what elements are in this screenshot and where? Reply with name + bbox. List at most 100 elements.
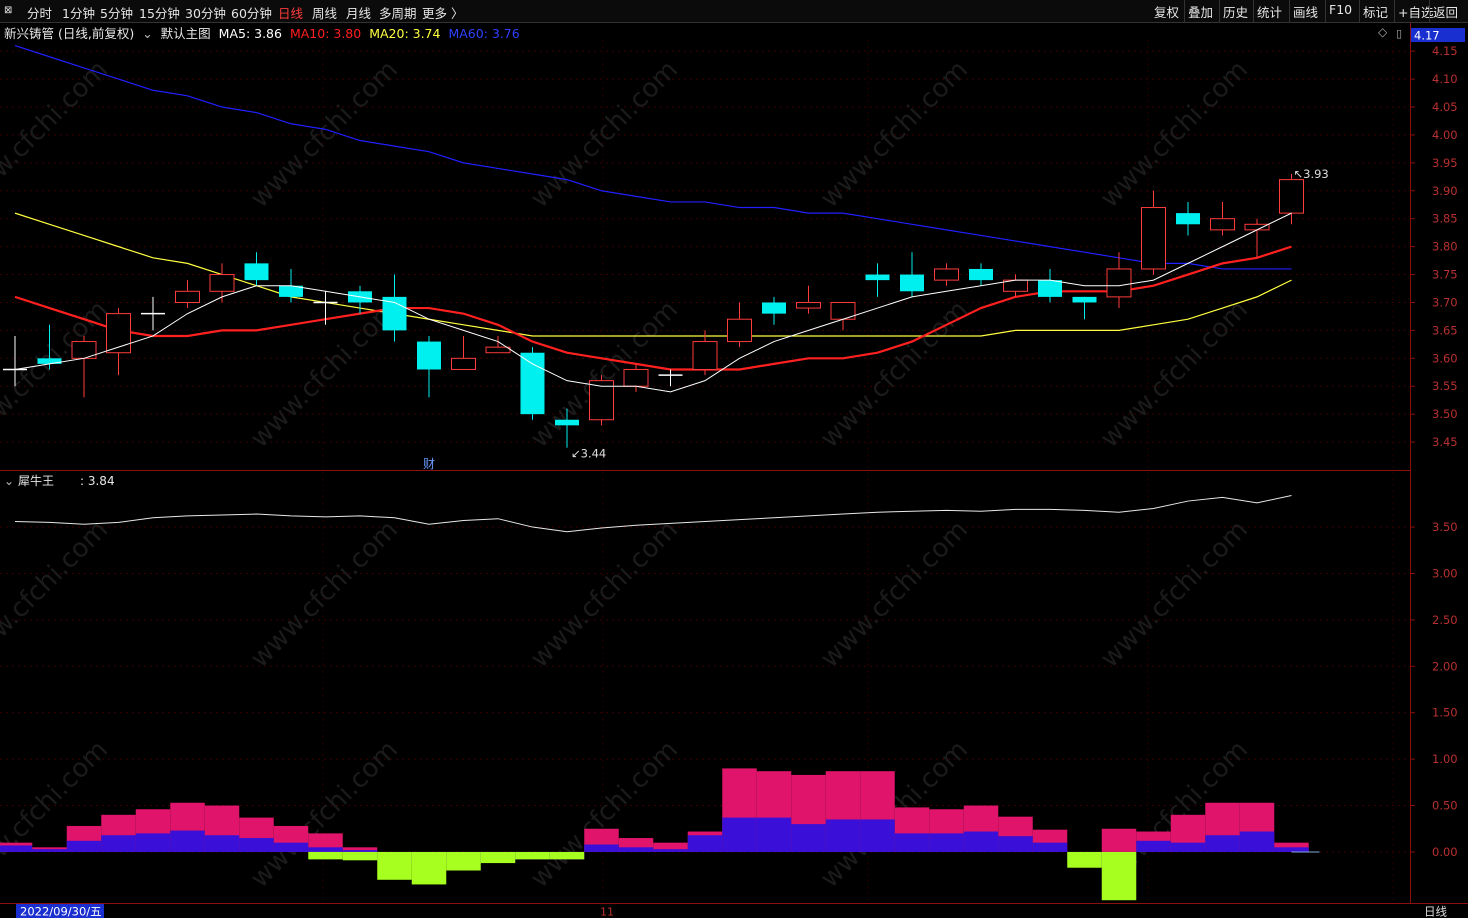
histogram-bar-green — [411, 851, 447, 885]
histogram-bar-blue — [722, 817, 757, 852]
kline-chart[interactable]: 4.17 ◇ ▯ 3.45 3.50 3.55 3.60 3.65 3.70 3.75 3.80 3.… — [0, 0, 1468, 918]
y-tick-label: 3.60 — [1432, 351, 1458, 365]
histogram-bar-green — [549, 851, 585, 860]
watermark-text: www.cfchi.com — [525, 55, 684, 214]
candle-body — [1038, 280, 1062, 297]
y-tick-label: 4.10 — [1432, 72, 1458, 86]
watermark-layer: www.cfchi.com www.cfchi.com www.cfchi.com w… — [0, 55, 1254, 894]
histogram-bar-green — [342, 851, 378, 861]
histogram-bar-blue — [929, 833, 964, 852]
candle-body — [37, 358, 62, 364]
watermark-text: www.cfchi.com — [0, 295, 114, 454]
watermark-text: www.cfchi.com — [0, 735, 114, 894]
date-label: 2022/09/30/五 — [20, 905, 102, 918]
histogram-bar-green — [1067, 851, 1102, 868]
y-tick-label: 3.65 — [1432, 323, 1458, 337]
histogram-bar-blue — [1032, 842, 1068, 852]
watermark-text: www.cfchi.com — [1095, 295, 1254, 454]
histogram-bar-blue — [1274, 847, 1309, 852]
period-label: 日线 — [1424, 905, 1447, 918]
y-tick-label: 3.50 — [1432, 520, 1458, 534]
price-box-text: 4.17 — [1414, 29, 1440, 43]
histogram-bar-blue — [273, 842, 309, 852]
histogram-bar-blue — [308, 847, 343, 852]
y-tick-label: 1.00 — [1432, 752, 1458, 766]
candle-body — [934, 268, 959, 281]
watermark-text: www.cfchi.com — [0, 515, 114, 674]
histogram-bar-blue — [204, 835, 240, 852]
histogram-bar-green — [515, 851, 550, 860]
footer-bg — [0, 904, 1468, 918]
y-tick-label: 3.90 — [1432, 184, 1458, 198]
y-tick-label: 3.55 — [1432, 379, 1458, 393]
histogram-bar-blue — [791, 824, 826, 852]
histogram-bar-blue — [0, 845, 33, 852]
histogram-bar-blue — [1239, 831, 1275, 852]
candle-body — [1244, 223, 1270, 231]
candle-body — [1072, 296, 1097, 303]
y-tick-label: 1.50 — [1432, 706, 1458, 720]
histogram-bar-blue — [1205, 835, 1240, 852]
watermark-text: www.cfchi.com — [245, 515, 404, 674]
candle-body — [1141, 207, 1166, 270]
candle-body — [175, 290, 200, 303]
histogram-bar-blue — [1136, 840, 1171, 852]
histogram-bar-blue — [135, 833, 171, 852]
y-tick-label: 3.00 — [1432, 566, 1458, 580]
candle-body — [209, 274, 235, 292]
lock-icon[interactable]: ▯ — [1396, 27, 1402, 40]
histogram-bar-green — [446, 851, 481, 871]
y-tick-label: 4.05 — [1432, 100, 1458, 114]
histogram-bar-blue — [653, 849, 688, 852]
candle-body — [623, 368, 649, 387]
y-tick-label: 0.00 — [1432, 845, 1458, 859]
histogram-bar-blue — [756, 817, 792, 852]
watermark-text: www.cfchi.com — [0, 55, 114, 214]
candle-body — [692, 341, 718, 370]
candle-body — [451, 357, 476, 370]
histogram-bar-blue — [32, 849, 67, 852]
histogram-bar-blue — [101, 835, 136, 852]
y-tick-label: 3.75 — [1432, 268, 1458, 282]
y-tick-label: 3.45 — [1432, 435, 1458, 449]
candle-body — [485, 346, 511, 354]
histogram-bar-blue — [894, 833, 930, 852]
histogram-bar-green — [480, 851, 516, 864]
histogram-bar-green — [377, 851, 412, 880]
y-tick-label: 3.70 — [1432, 295, 1458, 309]
candle-body — [1279, 179, 1304, 214]
y-tick-label: 4.00 — [1432, 128, 1458, 142]
histogram-bar-blue — [239, 838, 274, 852]
y-tick-label: 0.50 — [1432, 799, 1458, 813]
candle-body — [1210, 218, 1235, 231]
candle-body — [1106, 268, 1132, 298]
low-price-marker: ↙3.44 — [571, 447, 606, 461]
candle-body — [244, 263, 269, 281]
indicator-dropdown-icon[interactable]: ⌄ — [4, 474, 14, 488]
histogram-bar-green — [308, 851, 343, 860]
finance-event-marker[interactable]: 财 — [423, 457, 435, 471]
histogram-bar-blue — [825, 819, 861, 852]
candle-body — [555, 419, 579, 426]
histogram-bar-blue — [618, 847, 654, 852]
diamond-icon[interactable]: ◇ — [1378, 25, 1388, 39]
y-tick-label: 4.15 — [1432, 44, 1458, 58]
ma5-line — [14, 212, 1292, 393]
y-tick-label: 3.80 — [1432, 240, 1458, 254]
histogram-bar-blue — [687, 835, 723, 852]
watermark-text: www.cfchi.com — [1095, 55, 1254, 214]
y-tick-label: 2.00 — [1432, 659, 1458, 673]
histogram-bar-blue — [998, 836, 1033, 852]
watermark-text: www.cfchi.com — [815, 515, 974, 674]
candle-body — [969, 268, 993, 281]
watermark-text: www.cfchi.com — [1095, 515, 1254, 674]
y-tick-label: 3.85 — [1432, 212, 1458, 226]
candle-body — [382, 296, 407, 331]
candle-body — [1176, 213, 1200, 225]
candle-body — [520, 352, 545, 415]
candle-body — [900, 274, 924, 292]
histogram-bar-pink — [1101, 828, 1137, 852]
month-label: 11 — [600, 906, 614, 918]
watermark-text: www.cfchi.com — [525, 515, 684, 674]
indicator-value: : 3.84 — [80, 474, 115, 488]
